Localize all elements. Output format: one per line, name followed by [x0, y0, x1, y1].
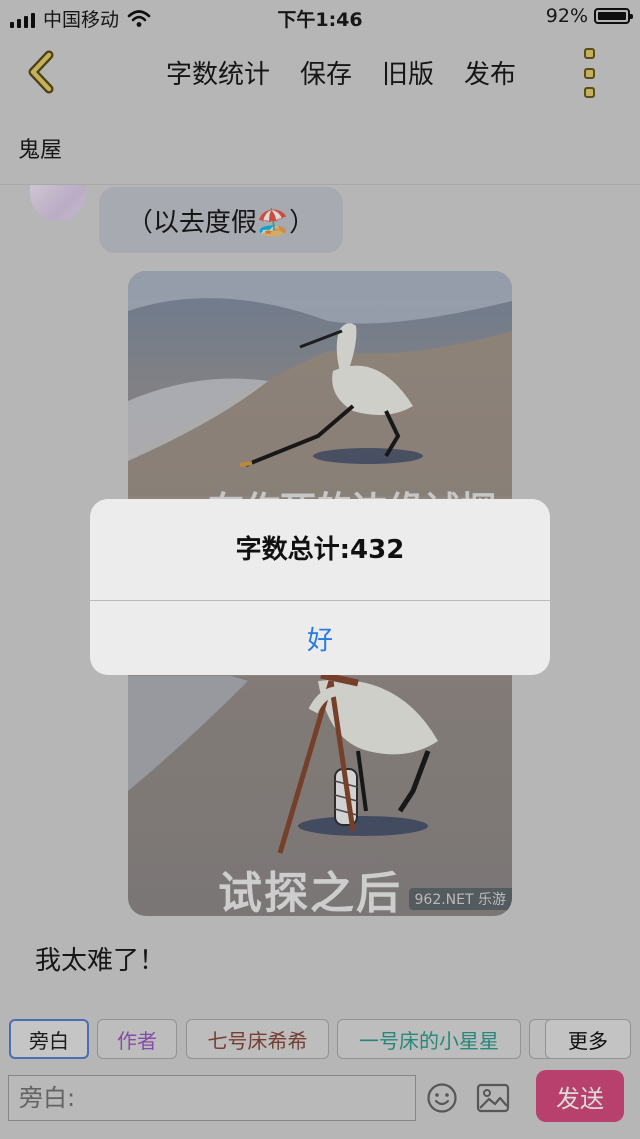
dialog-ok-button[interactable]: 好: [90, 601, 550, 675]
word-count-dialog: 字数总计:432 好: [90, 499, 550, 675]
dialog-message: 字数总计:432: [235, 535, 405, 565]
